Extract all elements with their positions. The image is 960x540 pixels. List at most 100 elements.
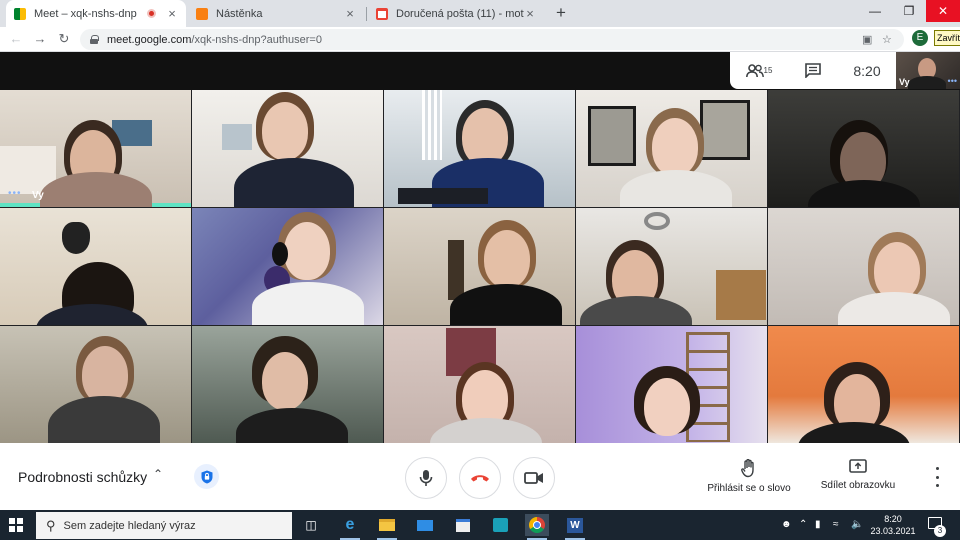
forward-button[interactable]: →	[31, 30, 49, 48]
chrome-icon[interactable]	[525, 514, 549, 540]
video-tile-participant[interactable]	[384, 326, 575, 443]
raise-hand-icon	[741, 459, 754, 478]
raise-hand-label: Přihlásit se o slovo	[707, 483, 791, 494]
chat-icon	[805, 63, 821, 78]
search-icon: ⚲	[46, 517, 56, 533]
torso	[40, 172, 152, 207]
file-explorer-icon[interactable]	[375, 514, 399, 540]
chevron-up-icon[interactable]: ⌃	[153, 467, 163, 481]
battery-icon[interactable]: ▮	[815, 519, 821, 530]
new-tab-button[interactable]: +	[552, 3, 570, 23]
tab-nastenka[interactable]: Nástěnka ×	[188, 0, 364, 27]
close-tab-icon[interactable]: ×	[524, 6, 536, 21]
mail-icon[interactable]	[413, 514, 437, 536]
face	[652, 118, 698, 176]
edge-browser-icon[interactable]: e	[338, 514, 362, 540]
profile-avatar[interactable]: E	[912, 30, 928, 46]
recording-indicator-icon	[147, 9, 156, 18]
close-tab-icon[interactable]: ×	[166, 6, 178, 21]
people-tray-icon[interactable]: ☻	[781, 519, 792, 530]
notification-count-badge: 3	[934, 525, 946, 537]
close-tab-icon[interactable]: ×	[344, 6, 356, 21]
video-tile-participant[interactable]	[384, 90, 575, 207]
video-tile-participant[interactable]	[0, 208, 191, 325]
end-call-button[interactable]	[459, 457, 501, 499]
store-icon[interactable]	[451, 514, 475, 536]
taskbar-clock[interactable]: 8:20 23.03.2021	[868, 513, 918, 537]
torso	[798, 422, 910, 443]
app-icon[interactable]	[488, 514, 512, 536]
moodle-icon	[196, 7, 208, 20]
video-tile-participant[interactable]	[0, 326, 191, 443]
video-tile-participant[interactable]	[576, 208, 767, 325]
chat-button[interactable]	[788, 52, 838, 89]
task-view-icon[interactable]: ◫	[299, 514, 323, 536]
face	[284, 222, 330, 280]
people-icon	[745, 63, 764, 77]
more-options-icon[interactable]	[930, 467, 944, 487]
headset-earcup	[272, 242, 288, 266]
wall-picture	[700, 100, 750, 160]
video-tile-participant[interactable]	[576, 90, 767, 207]
meeting-info-panel: 15 8:20	[730, 52, 896, 89]
self-options-icon[interactable]: •••	[948, 76, 957, 86]
close-tooltip-button[interactable]: Zavřít	[934, 30, 960, 46]
video-tile-participant[interactable]	[768, 208, 959, 325]
bookmark-star-icon[interactable]: ☆	[882, 33, 892, 46]
torso	[48, 396, 160, 443]
tab-gmail[interactable]: Doručená pošta (11) - motyckov ×	[368, 0, 544, 27]
lock-icon	[201, 470, 212, 483]
reload-button[interactable]: ↻	[55, 30, 73, 48]
torso	[580, 296, 692, 325]
video-tile-participant[interactable]	[192, 208, 383, 325]
face	[262, 352, 308, 410]
camera-in-use-icon[interactable]: ▣	[862, 33, 872, 46]
taskbar-search-box[interactable]: ⚲ Sem zadejte hledaný výraz	[36, 512, 292, 539]
video-tile-participant[interactable]	[576, 326, 767, 443]
raise-hand-button[interactable]: Přihlásit se o slovo	[703, 459, 795, 494]
participants-button[interactable]: 15	[730, 52, 788, 89]
face	[484, 230, 530, 288]
torso	[430, 418, 542, 443]
video-tile-participant[interactable]	[192, 326, 383, 443]
video-tile-self[interactable]: ••• Vy	[0, 90, 191, 207]
torso	[808, 180, 920, 207]
volume-icon[interactable]: 🔈	[851, 519, 863, 530]
tab-meet[interactable]: Meet – xqk-nshs-dnp ×	[6, 0, 186, 27]
tile-self-label: Vy	[32, 190, 44, 201]
windows-start-icon[interactable]	[9, 518, 23, 532]
wifi-icon[interactable]: ≈	[833, 519, 839, 530]
chevron-up-icon[interactable]: ⌃	[799, 519, 807, 530]
participant-count: 15	[763, 66, 773, 75]
tile-options-icon[interactable]: •••	[8, 188, 22, 199]
meeting-details-button[interactable]: Podrobnosti schůzky	[18, 469, 147, 485]
browser-toolbar: ← → ↻ meet.google.com/xqk-nshs-dnp?authu…	[0, 27, 960, 52]
taskbar-date: 23.03.2021	[870, 526, 916, 536]
microphone-icon	[419, 470, 433, 486]
back-button[interactable]: ←	[7, 30, 25, 48]
self-view-thumbnail[interactable]: Vy •••	[896, 52, 960, 89]
video-tile-participant[interactable]	[768, 326, 959, 443]
minimize-window-button[interactable]: —	[858, 0, 892, 22]
word-icon[interactable]: W	[563, 514, 587, 540]
torso	[234, 158, 354, 207]
face	[644, 378, 690, 436]
gmail-icon	[376, 7, 388, 20]
security-shield-icon[interactable]	[194, 464, 219, 489]
google-meet-icon	[14, 7, 26, 20]
microphone-button[interactable]	[405, 457, 447, 499]
camera-button[interactable]	[513, 457, 555, 499]
search-placeholder: Sem zadejte hledaný výraz	[63, 519, 196, 532]
video-tile-participant[interactable]	[384, 208, 575, 325]
address-bar[interactable]: meet.google.com/xqk-nshs-dnp?authuser=0 …	[80, 29, 904, 50]
lamp	[62, 222, 90, 254]
video-tile-participant[interactable]	[192, 90, 383, 207]
close-window-button[interactable]: ✕	[926, 0, 960, 22]
torso	[838, 292, 950, 325]
present-screen-button[interactable]: Sdílet obrazovku	[812, 459, 904, 491]
browser-tab-strip: Meet – xqk-nshs-dnp × Nástěnka × Doručen…	[0, 0, 960, 27]
wall-picture	[588, 106, 636, 166]
restore-window-button[interactable]: ❐	[892, 0, 926, 22]
ceiling-light	[644, 212, 670, 230]
video-tile-participant[interactable]	[768, 90, 959, 207]
